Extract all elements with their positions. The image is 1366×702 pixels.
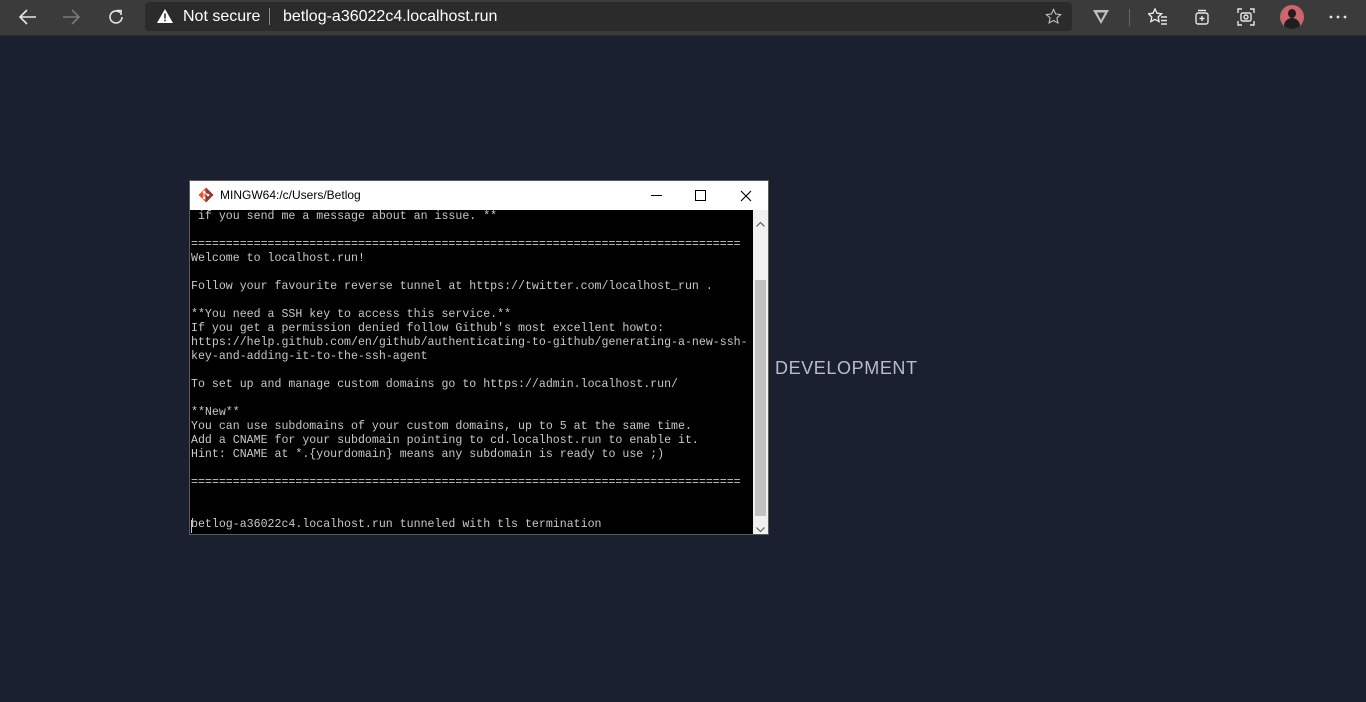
terminal-line: Add a CNAME for your subdomain pointing … bbox=[191, 434, 699, 447]
favorites-icon[interactable] bbox=[1144, 4, 1172, 30]
warning-icon bbox=[157, 9, 173, 28]
terminal-line: To set up and manage custom domains go t… bbox=[191, 378, 679, 391]
scroll-down-icon[interactable] bbox=[756, 520, 765, 538]
terminal-line: if you send me a message about an issue.… bbox=[191, 210, 498, 223]
address-divider bbox=[269, 8, 270, 25]
forward-icon[interactable] bbox=[57, 4, 85, 30]
terminal-line: Follow your favourite reverse tunnel at … bbox=[191, 280, 713, 293]
scroll-up-icon[interactable] bbox=[756, 214, 765, 232]
browser-toolbar: Not secure betlog-a36022c4.localhost.run bbox=[0, 0, 1366, 36]
more-icon[interactable] bbox=[1324, 4, 1352, 30]
close-button[interactable] bbox=[724, 181, 768, 210]
scrollbar-thumb[interactable] bbox=[755, 280, 766, 516]
terminal-output[interactable]: if you send me a message about an issue.… bbox=[191, 210, 752, 534]
terminal-window[interactable]: MINGW64:/c/Users/Betlog if you send me a… bbox=[189, 180, 769, 535]
terminal-line: Welcome to localhost.run! bbox=[191, 252, 365, 265]
terminal-line: key-and-adding-it-to-the-ssh-agent bbox=[191, 350, 428, 363]
terminal-line: **New** bbox=[191, 406, 240, 419]
terminal-line: Hint: CNAME at *.{yourdomain} means any … bbox=[191, 448, 665, 461]
avatar-head bbox=[1288, 9, 1296, 18]
vivaldi-icon[interactable] bbox=[1087, 4, 1115, 30]
terminal-titlebar[interactable]: MINGW64:/c/Users/Betlog bbox=[190, 181, 768, 210]
screenshot-icon[interactable] bbox=[1232, 4, 1260, 30]
terminal-title: MINGW64:/c/Users/Betlog bbox=[220, 188, 361, 202]
terminal-line: You can use subdomains of your custom do… bbox=[191, 420, 692, 433]
collections-icon[interactable] bbox=[1188, 4, 1216, 30]
toolbar-divider bbox=[1129, 9, 1130, 26]
terminal-line: ========================================… bbox=[191, 238, 741, 251]
avatar-body bbox=[1284, 18, 1300, 29]
terminal-line: **You need a SSH key to access this serv… bbox=[191, 308, 512, 321]
back-icon[interactable] bbox=[14, 4, 42, 30]
git-bash-icon bbox=[198, 187, 214, 208]
minimize-button[interactable] bbox=[634, 181, 678, 210]
terminal-line: betlog-a36022c4.localhost.run tunneled w… bbox=[191, 518, 602, 531]
refresh-icon[interactable] bbox=[102, 4, 130, 30]
profile-avatar[interactable] bbox=[1280, 5, 1304, 29]
terminal-line: ========================================… bbox=[191, 476, 741, 489]
text-cursor bbox=[191, 520, 192, 533]
security-label[interactable]: Not secure bbox=[183, 8, 260, 26]
terminal-scrollbar[interactable] bbox=[753, 210, 768, 534]
star-icon[interactable] bbox=[1045, 8, 1062, 30]
url-text[interactable]: betlog-a36022c4.localhost.run bbox=[283, 8, 497, 26]
terminal-line: https://help.github.com/en/github/authen… bbox=[191, 336, 748, 349]
maximize-button[interactable] bbox=[678, 181, 722, 210]
terminal-line: If you get a permission denied follow Gi… bbox=[191, 322, 665, 335]
address-bar[interactable]: Not secure betlog-a36022c4.localhost.run bbox=[145, 2, 1072, 31]
page-heading: DEVELOPMENT bbox=[775, 358, 918, 378]
